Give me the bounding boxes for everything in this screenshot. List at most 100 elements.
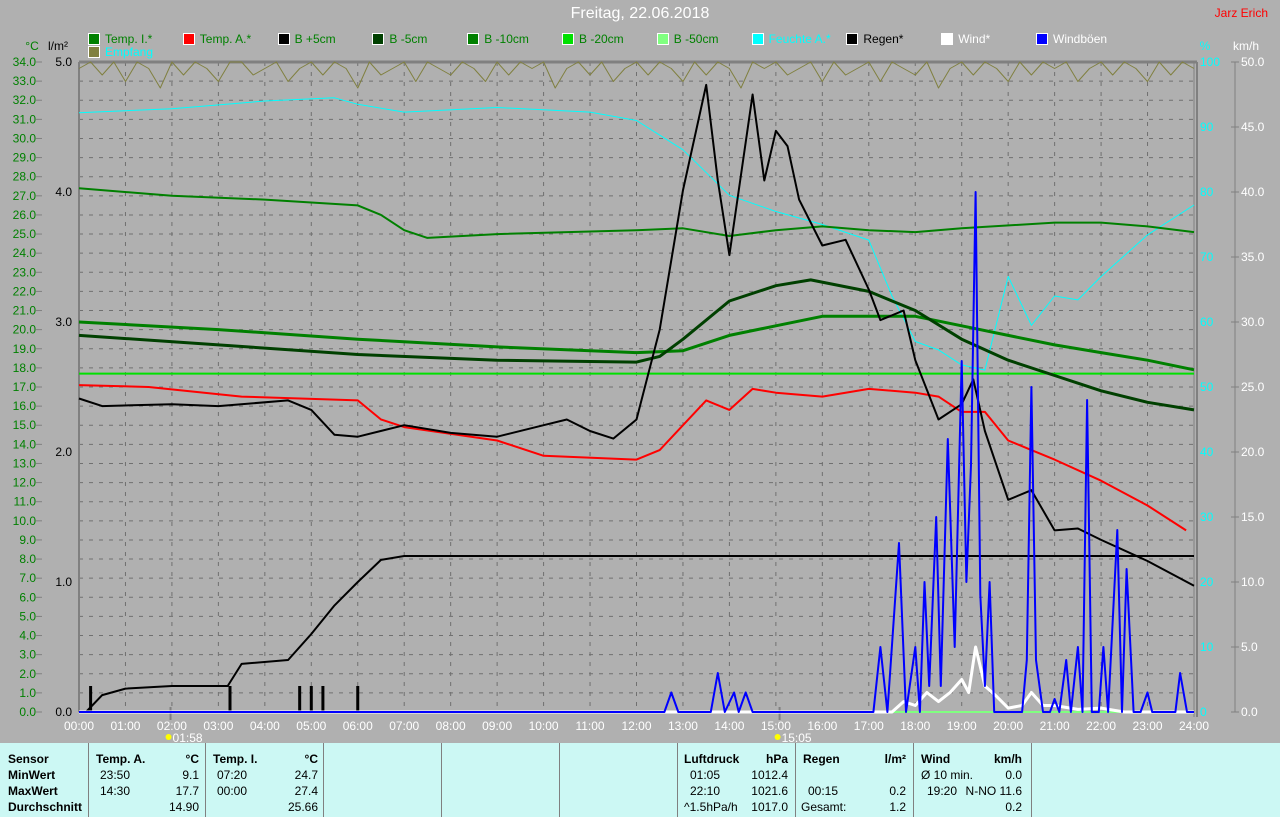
wind-max-time: 19:20 [927, 784, 958, 798]
wind-tick-label: 25.0 [1241, 380, 1265, 394]
temp-i-header: Temp. I. [213, 752, 258, 766]
wind-axis-unit: km/h [1233, 39, 1259, 53]
rain-total-label: Gesamt: [801, 800, 847, 814]
temp-i-max-time: 00:00 [217, 784, 248, 798]
temp-tick-label: 30.0 [13, 131, 37, 145]
x-tick-label: 08:00 [436, 719, 466, 733]
percent-tick-label: 0 [1200, 705, 1207, 719]
temp-tick-label: 9.0 [19, 533, 36, 547]
temp-tick-label: 26.0 [13, 208, 37, 222]
x-tick-label: 03:00 [203, 719, 233, 733]
wind-unit: km/h [993, 752, 1022, 766]
column-divider [441, 743, 442, 817]
temp-tick-label: 28.0 [13, 170, 37, 184]
x-tick-label: 19:00 [947, 719, 977, 733]
column-divider [323, 743, 324, 817]
wind-tick-label: 50.0 [1241, 55, 1265, 69]
temp-tick-label: 13.0 [13, 456, 37, 470]
column-divider [559, 743, 560, 817]
x-tick-label: 18:00 [900, 719, 930, 733]
column-divider [795, 743, 796, 817]
wind-header: Wind [921, 752, 951, 766]
rain-tick-label: 1.0 [55, 575, 72, 589]
temp-tick-label: 14.0 [13, 437, 37, 451]
temp-i-max: 27.4 [294, 784, 318, 798]
pressure-header: Luftdruck [684, 752, 740, 766]
percent-tick-label: 10 [1200, 640, 1214, 654]
column-divider [88, 743, 89, 817]
temp-tick-label: 25.0 [13, 227, 37, 241]
x-tick-label: 14:00 [714, 719, 744, 733]
x-tick-label: 10:00 [529, 719, 559, 733]
temp-a-max-time: 14:30 [100, 784, 131, 798]
percent-tick-label: 100 [1200, 55, 1220, 69]
time-marker-label: 15:05 [782, 731, 812, 743]
percent-tick-label: 20 [1200, 575, 1214, 589]
temp-tick-label: 32.0 [13, 93, 37, 107]
weather-chart: °C l/m²% km/h 0.0 1.0 2.0 3.0 4.0 5.0 6.0 7.0 8.0 9.… [13, 39, 1265, 743]
row-label-max: MaxWert [8, 784, 58, 798]
temp-tick-label: 18.0 [13, 361, 37, 375]
temp-tick-label: 17.0 [13, 380, 37, 394]
rain-max-time: 00:15 [808, 784, 839, 798]
temp-tick-label: 5.0 [19, 609, 36, 623]
temp-axis-unit: °C [25, 39, 39, 53]
x-tick-label: 21:00 [1040, 719, 1070, 733]
x-tick-label: 13:00 [668, 719, 698, 733]
rain-unit: l/m² [884, 752, 906, 766]
temp-a-min: 9.1 [182, 768, 199, 782]
temp-a-avg: 14.90 [168, 800, 199, 814]
wind-max: N-NO 11.6 [965, 784, 1022, 798]
percent-tick-label: 90 [1200, 120, 1214, 134]
column-divider [677, 743, 678, 817]
x-tick-label: 11:00 [575, 719, 604, 733]
pressure-avg: 1017.0 [751, 800, 788, 814]
wind-tick-label: 10.0 [1241, 575, 1265, 589]
rain-tick-label: 0.0 [55, 705, 72, 719]
x-tick-label: 22:00 [1086, 719, 1116, 733]
wind-tick-label: 40.0 [1241, 185, 1265, 199]
column-divider [913, 743, 914, 817]
rain-header: Regen [803, 752, 840, 766]
wind-tick-label: 0.0 [1241, 705, 1258, 719]
temp-tick-label: 8.0 [19, 552, 36, 566]
pressure-max: 1021.6 [751, 784, 788, 798]
temp-a-min-time: 23:50 [100, 768, 131, 782]
column-divider [1031, 743, 1032, 817]
temp-tick-label: 34.0 [13, 55, 37, 69]
wind-tick-label: 5.0 [1241, 640, 1258, 654]
series-temp-a [78, 384, 1187, 532]
x-tick-label: 00:00 [64, 719, 94, 733]
temp-tick-label: 11.0 [14, 495, 37, 509]
temp-a-max: 17.7 [175, 784, 199, 798]
x-tick-label: 12:00 [621, 719, 651, 733]
temp-tick-label: 2.0 [19, 667, 36, 681]
rain-tick-label: 2.0 [55, 445, 72, 459]
x-tick-label: 20:00 [993, 719, 1023, 733]
wind-avg: 0.0 [1005, 768, 1022, 782]
temp-a-header: Temp. A. [96, 752, 146, 766]
temp-i-min-time: 07:20 [217, 768, 248, 782]
x-tick-label: 23:00 [1133, 719, 1163, 733]
temp-tick-label: 21.0 [13, 304, 37, 318]
row-label-min: MinWert [8, 768, 56, 782]
wind-tick-label: 15.0 [1241, 510, 1265, 524]
wind-tick-label: 30.0 [1241, 315, 1265, 329]
x-tick-label: 05:00 [296, 719, 326, 733]
column-divider [205, 743, 206, 817]
rain-tick-label: 4.0 [55, 185, 72, 199]
wind-last: 0.2 [1005, 800, 1022, 814]
temp-tick-label: 23.0 [13, 265, 37, 279]
percent-tick-label: 50 [1200, 380, 1214, 394]
x-tick-label: 07:00 [389, 719, 419, 733]
temp-tick-label: 19.0 [13, 342, 37, 356]
temp-tick-label: 27.0 [13, 189, 37, 203]
pressure-min-time: 01:05 [690, 768, 721, 782]
temp-tick-label: 31.0 [13, 112, 37, 126]
percent-tick-label: 70 [1200, 250, 1214, 264]
temp-tick-label: 10.0 [13, 514, 37, 528]
time-marker-label: 01:58 [173, 731, 203, 743]
marker-icon [774, 734, 781, 740]
rain-tick-label: 3.0 [55, 315, 72, 329]
sensor-header: Sensor [8, 752, 49, 766]
